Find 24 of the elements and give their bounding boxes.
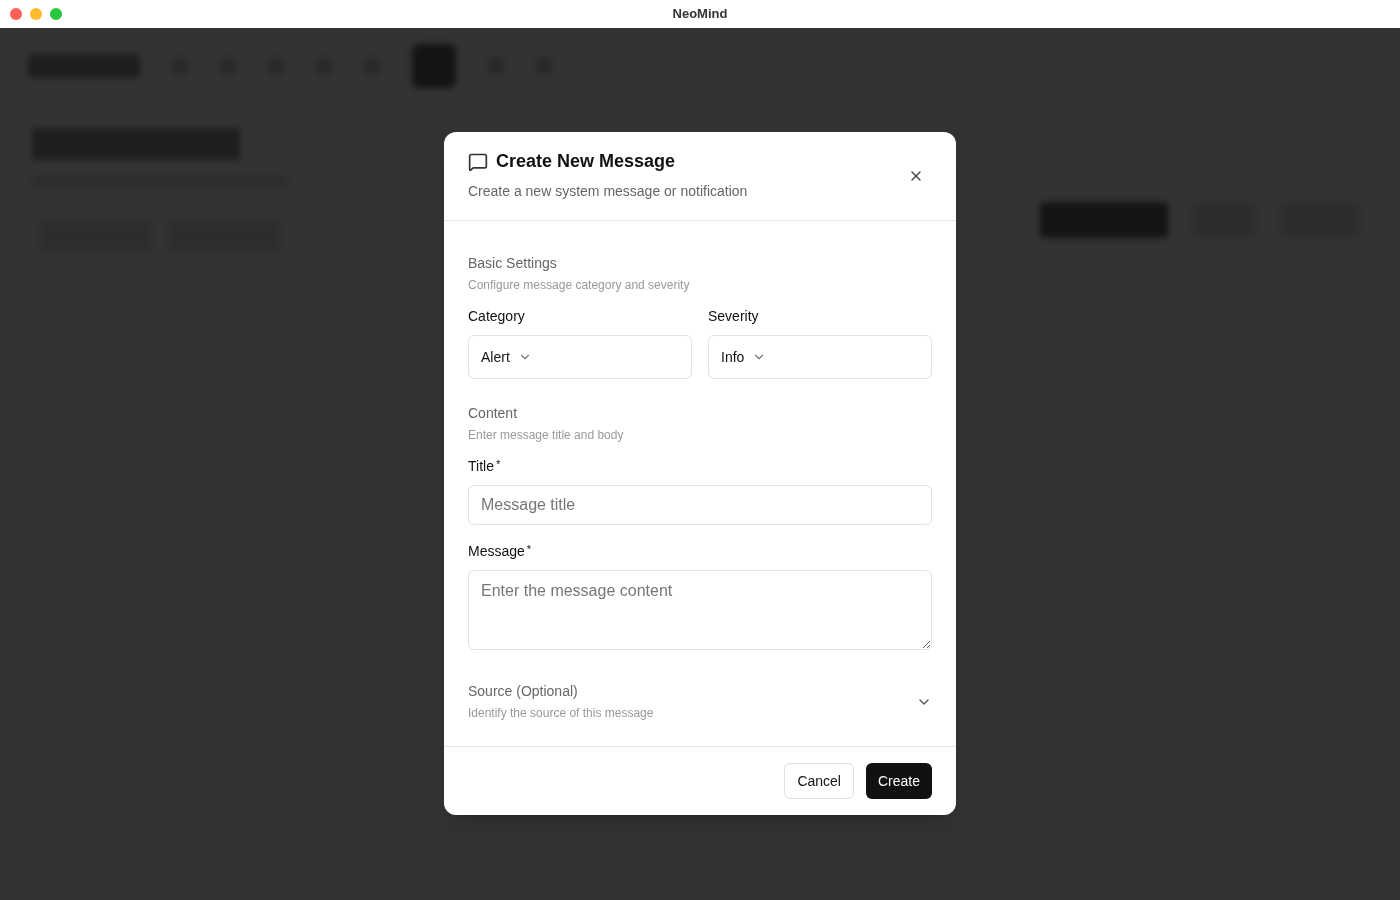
field-label: Message xyxy=(468,542,525,561)
zoom-window-icon[interactable] xyxy=(50,8,62,20)
title-input-field[interactable]: Message title xyxy=(468,485,932,525)
required-asterisk: * xyxy=(495,457,501,472)
source-section-toggle[interactable]: Source (Optional) Identify the source of this message xyxy=(468,681,932,722)
field-label: Severity xyxy=(708,307,759,326)
dialog-subtitle: Create a new system message or notification xyxy=(468,182,748,201)
message-icon xyxy=(468,151,488,172)
select-field[interactable]: Info xyxy=(708,335,932,379)
field-label: Title xyxy=(468,457,494,476)
section-title: Content xyxy=(468,404,519,423)
window-title: NeoMind xyxy=(672,5,728,24)
dialog-title: Create New Message xyxy=(496,150,676,173)
section-description: Enter message title and body xyxy=(468,427,625,444)
select-field[interactable]: Alert xyxy=(468,335,692,379)
required-asterisk: * xyxy=(526,542,532,557)
section-title: Basic Settings xyxy=(468,254,558,273)
message-textarea[interactable]: Enter the message content xyxy=(468,570,932,650)
create-button[interactable]: Create xyxy=(865,763,932,799)
cancel-button[interactable]: Cancel xyxy=(784,763,854,799)
section-description: Configure message category and severity xyxy=(468,277,691,294)
field-label: Category xyxy=(468,307,525,326)
close-window-icon[interactable] xyxy=(10,8,22,20)
minimize-window-icon[interactable] xyxy=(30,8,42,20)
